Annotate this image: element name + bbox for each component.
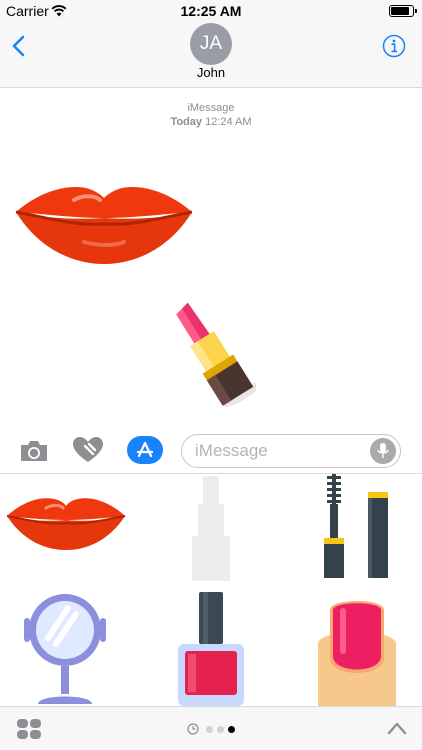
camera-icon[interactable] — [19, 439, 49, 463]
mascara-sticker-option[interactable] — [318, 474, 394, 578]
chevron-left-icon[interactable] — [10, 34, 28, 58]
thread-service-label: iMessage — [187, 102, 235, 114]
status-time: 12:25 AM — [180, 3, 242, 19]
thread-time: 12:24 AM — [205, 116, 252, 128]
nail-polish-sticker-option[interactable] — [174, 592, 248, 706]
compose-bar — [0, 428, 422, 474]
thread-timestamp: iMessage Today 12:24 AM — [0, 101, 422, 129]
contact-name[interactable]: John — [0, 65, 422, 80]
white-lipstick-sticker-option[interactable] — [189, 474, 233, 581]
app-store-button[interactable] — [127, 436, 163, 464]
page-dot[interactable] — [206, 726, 213, 733]
conversation-header: JA John — [0, 22, 422, 88]
contact-avatar[interactable]: JA — [190, 23, 232, 65]
lipstick-sticker[interactable] — [166, 296, 256, 410]
hand-mirror-sticker-option[interactable] — [18, 592, 112, 706]
info-circle-icon[interactable] — [382, 34, 406, 58]
thread-date: Today — [170, 116, 203, 128]
thread-date-line: Today 12:24 AM — [0, 115, 422, 129]
page-dot[interactable] — [228, 726, 235, 733]
app-store-icon — [136, 441, 154, 458]
chevron-up-icon[interactable] — [387, 721, 407, 735]
red-lips-sticker[interactable] — [14, 184, 194, 266]
page-dot[interactable] — [217, 726, 224, 733]
painted-nail-sticker-option[interactable] — [318, 598, 396, 706]
microphone-button[interactable] — [370, 438, 396, 464]
digital-touch-heart-icon[interactable] — [72, 436, 104, 464]
red-lips-sticker-option[interactable] — [6, 496, 126, 551]
message-input[interactable] — [181, 434, 401, 468]
microphone-icon — [377, 443, 389, 458]
status-bar: Carrier 12:25 AM — [0, 0, 422, 22]
sticker-drawer — [0, 474, 422, 706]
battery-icon — [389, 5, 417, 17]
battery-level-fill — [391, 7, 409, 15]
app-drawer-icon[interactable] — [16, 718, 42, 740]
app-drawer-bar — [0, 706, 422, 750]
recents-clock-icon[interactable] — [187, 723, 199, 735]
